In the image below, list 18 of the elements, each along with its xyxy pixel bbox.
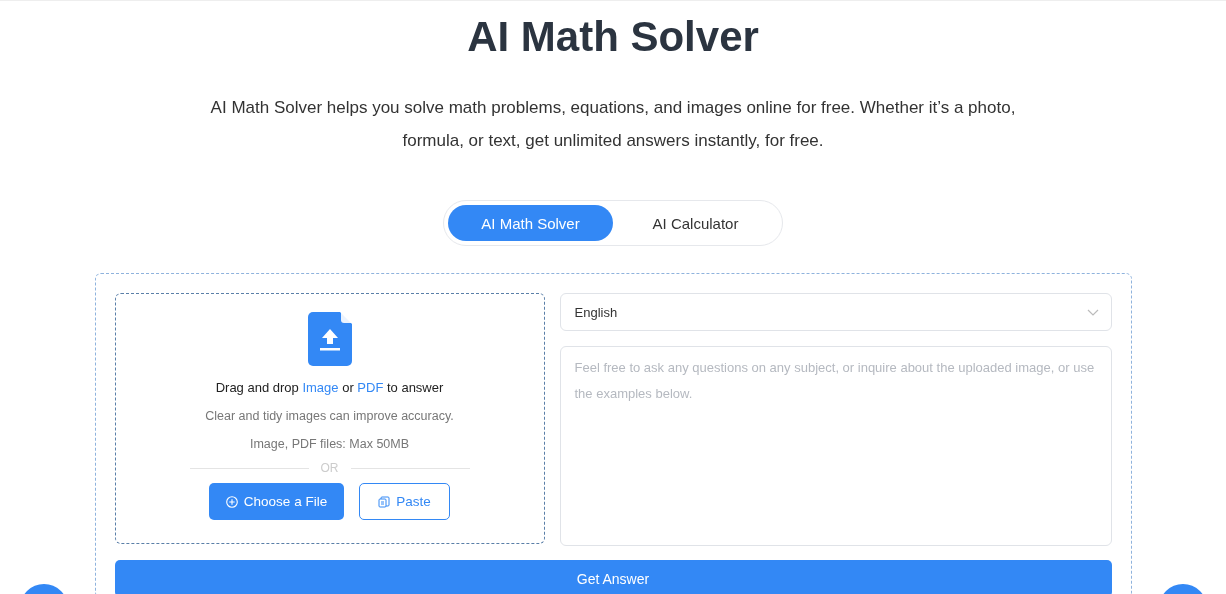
file-type-link[interactable]: PDF <box>357 380 384 395</box>
chevron-down-icon <box>1086 308 1099 316</box>
tab[interactable]: AI Math Solver <box>448 205 613 241</box>
plus-circle-icon <box>225 495 238 508</box>
get-answer-button[interactable]: Get Answer <box>114 560 1112 594</box>
page-title: AI Math Solver <box>467 12 759 62</box>
file-type-link[interactable]: Image <box>302 380 339 395</box>
paste-button[interactable]: Paste <box>359 483 450 520</box>
copy-icon <box>378 495 391 508</box>
drop-instruction: Drag and drop Image or PDF to answer <box>215 380 444 395</box>
tab[interactable]: AI Calculator <box>613 205 778 241</box>
file-limit: Image, PDF files: Max 50MB <box>249 437 410 451</box>
page-description: AI Math Solver helps you solve math problems, equations, and images online for free. Whether it’s a photo, formula, or text, get unlimited answers instantly, for free. <box>209 97 1017 152</box>
language-select[interactable]: English <box>559 293 1112 331</box>
question-input[interactable]: Feel free to ask any questions on any subject, or inquire about the uploaded image, or use the examples below. <box>559 346 1112 546</box>
choose-file-button[interactable]: Choose a File <box>209 483 344 520</box>
accuracy-hint: Clear and tidy images can improve accuracy. <box>205 409 454 423</box>
file-upload-icon <box>307 312 352 366</box>
